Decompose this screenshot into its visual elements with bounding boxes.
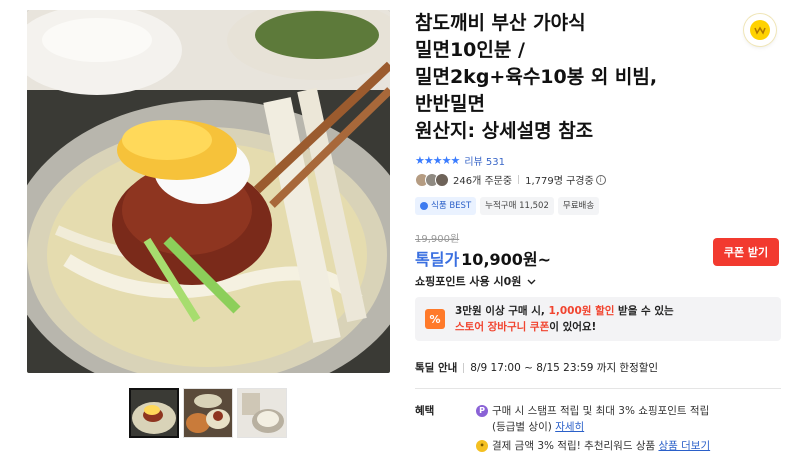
deal-label: 톡딜가	[415, 250, 460, 269]
benefit-item-stamp: P 구매 시 스탬프 적립 및 최대 3% 쇼핑포인트 적립 (등급별 상이) …	[476, 403, 709, 435]
notice-highlight2: 스토어 장바구니 쿠폰	[455, 321, 550, 333]
tag-food-best[interactable]: 식품 BEST	[415, 197, 477, 215]
coupon-notice-text: 3만원 이상 구매 시, 1,000원 할인 받을 수 있는 스토어 장바구니 …	[455, 303, 674, 335]
deal-info-text: 8/9 17:00 ~ 8/15 23:59 까지 한정할인	[470, 362, 659, 374]
benefit-1-text: 구매 시 스탬프 적립 및 최대 3% 쇼핑포인트 적립	[492, 405, 710, 417]
notice-part1: 3만원 이상 구매 시,	[455, 305, 549, 317]
avatar-group	[415, 172, 449, 187]
divider	[415, 388, 781, 389]
buyer-activity: 246개 주문중 1,779명 구경중 i	[415, 172, 606, 187]
viewers-count: 1,779명 구경중	[525, 176, 594, 187]
notice-part2: 받을 수 있는	[614, 305, 674, 317]
notice-part3: 이 있어요!	[549, 321, 597, 333]
reward-coin-icon: •	[476, 440, 488, 452]
points-dropdown[interactable]: 쇼핑포인트 사용 시0원	[415, 273, 536, 289]
deal-badge-icon	[750, 20, 770, 40]
review-link[interactable]: 리뷰 531	[464, 153, 505, 168]
review-label: 리뷰	[464, 157, 483, 168]
more-products-link[interactable]: 상품 더보기	[658, 440, 710, 452]
rating-row: ★★★★★ 리뷰 531	[415, 153, 505, 168]
benefits-label: 혜택	[415, 405, 435, 417]
title-line-2: 밀면10인분 /	[415, 39, 525, 61]
tag-label: 무료배송	[562, 201, 595, 211]
coupon-percent-icon: %	[425, 309, 445, 329]
thumbnail-3[interactable]	[237, 388, 287, 438]
divider	[518, 175, 520, 184]
divider	[463, 362, 465, 373]
title-line-5: 원산지: 상세설명 참조	[415, 120, 594, 142]
points-p-icon: P	[476, 405, 488, 417]
tag-cumulative-purchases: 누적구매 11,502	[480, 197, 554, 215]
tag-list: 식품 BEST 누적구매 11,502 무료배송	[415, 197, 600, 215]
product-title: 참도깨비 부산 가야식 밀면10인분 / 밀면2kg+육수10봉 외 비빔, 반…	[415, 10, 715, 145]
points-text: 쇼핑포인트 사용 시0원	[415, 275, 522, 288]
benefit-2-text: 결제 금액 3% 적립! 추천리워드 상품	[492, 440, 656, 452]
deal-info: 톡딜 안내 8/9 17:00 ~ 8/15 23:59 까지 한정할인	[415, 360, 658, 375]
tag-label: 식품 BEST	[431, 201, 472, 211]
orders-count: 246개 주문중	[453, 176, 513, 187]
review-count: 531	[485, 157, 505, 168]
notice-highlight1: 1,000원 할인	[548, 305, 615, 317]
price-value: 10,900원~	[461, 250, 552, 269]
benefit-1-sub: (등급별 상이)	[492, 421, 552, 433]
chevron-down-icon	[527, 279, 536, 285]
title-line-4: 반반밀면	[415, 93, 485, 115]
tag-free-shipping: 무료배송	[557, 197, 600, 215]
thumbnail-1[interactable]	[129, 388, 179, 438]
deal-badge[interactable]	[744, 14, 776, 46]
thumbnail-strip	[129, 388, 287, 438]
title-line-3: 밀면2kg+육수10봉 외 비빔,	[415, 66, 658, 88]
coupon-button[interactable]: 쿠폰 받기	[713, 238, 779, 266]
deal-info-label: 톡딜 안내	[415, 362, 458, 374]
thumbnail-2[interactable]	[183, 388, 233, 438]
product-main-image[interactable]	[27, 10, 390, 373]
benefit-item-reward: • 결제 금액 3% 적립! 추천리워드 상품 상품 더보기	[476, 438, 710, 454]
avatar	[435, 172, 449, 187]
store-coupon-notice[interactable]: % 3만원 이상 구매 시, 1,000원 할인 받을 수 있는 스토어 장바구…	[415, 297, 781, 341]
title-line-1: 참도깨비 부산 가야식	[415, 12, 586, 34]
details-link[interactable]: 자세히	[555, 421, 584, 433]
tag-label: 누적구매 11,502	[485, 201, 549, 211]
deal-price: 톡딜가 10,900원~	[415, 246, 551, 270]
original-price: 19,900원	[415, 234, 460, 245]
info-icon[interactable]: i	[595, 174, 606, 185]
rating-stars: ★★★★★	[415, 154, 460, 167]
best-dot-icon	[420, 202, 428, 210]
